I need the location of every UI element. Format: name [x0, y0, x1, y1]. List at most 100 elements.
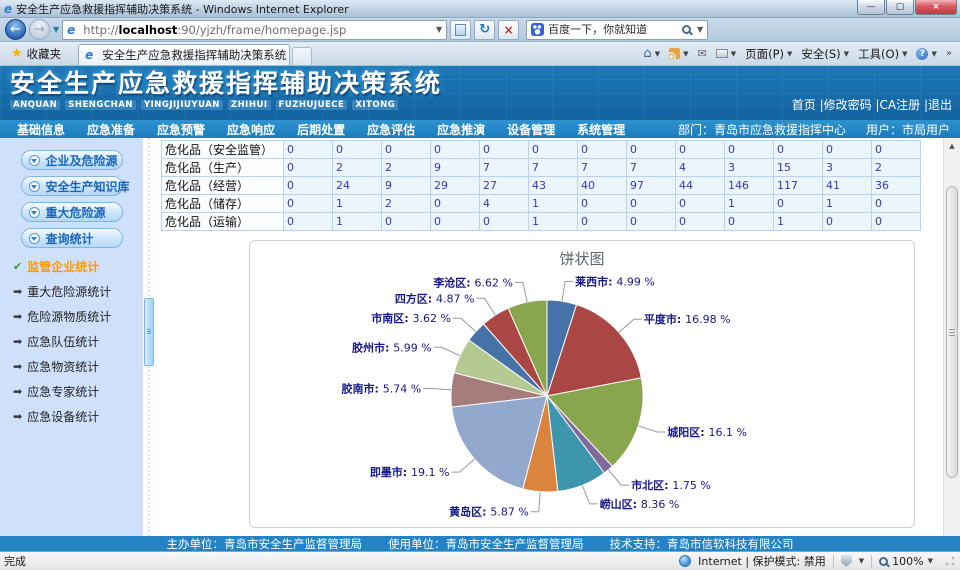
pinyin-word: YINGJIJIUYUAN	[141, 100, 223, 110]
compatibility-view-button[interactable]	[450, 20, 471, 40]
nav-item[interactable]: 应急准备	[76, 121, 146, 138]
nav-item[interactable]: 应急推演	[426, 121, 496, 138]
value-cell: 9	[382, 177, 431, 195]
sidebar-scrollbar[interactable]	[143, 138, 156, 536]
forward-button[interactable]: →	[29, 19, 50, 40]
nav-item[interactable]: 后期处置	[286, 121, 356, 138]
banner-link[interactable]: 修改密码	[824, 98, 872, 112]
sidebar-section-button[interactable]: 重大危险源	[21, 202, 123, 222]
sidebar-item-link[interactable]: ➡应急物资统计	[13, 358, 143, 375]
rss-button[interactable]: ▼	[669, 48, 688, 59]
address-dropdown-icon[interactable]: ▼	[436, 25, 442, 34]
pie-label-connector	[608, 470, 629, 485]
close-button[interactable]: ×	[915, 0, 957, 15]
sidebar-section-label: 企业及危险源	[46, 152, 118, 169]
favorites-button[interactable]: ★ 收藏夹	[4, 44, 68, 64]
more-tools-chevron-icon[interactable]: »	[946, 48, 952, 59]
refresh-button[interactable]: ↻	[474, 20, 495, 40]
maximize-button[interactable]: ▢	[886, 0, 914, 15]
value-cell: 1	[529, 195, 578, 213]
value-cell: 2	[872, 159, 921, 177]
help-button[interactable]: ?▼	[916, 48, 936, 60]
minimize-button[interactable]: —	[857, 0, 885, 15]
sidebar-item-current[interactable]: ✔监管企业统计	[13, 258, 143, 275]
pie-label-connector	[515, 283, 527, 303]
sidebar-item-label: 重大危险源统计	[27, 283, 111, 300]
nav-item[interactable]: 设备管理	[496, 121, 566, 138]
sidebar-item-link[interactable]: ➡危险源物质统计	[13, 308, 143, 325]
sidebar-item-link[interactable]: ➡应急设备统计	[13, 408, 143, 425]
tab-active[interactable]: e 安全生产应急救援指挥辅助决策系统	[78, 44, 290, 65]
command-menu[interactable]: 工具(O)▼	[858, 46, 907, 62]
sidebar-section-button[interactable]: 企业及危险源	[21, 150, 123, 170]
nav-item[interactable]: 系统管理	[566, 121, 636, 138]
tab-title: 安全生产应急救援指挥辅助决策系统	[102, 47, 286, 63]
value-cell: 15	[774, 159, 823, 177]
stop-icon: ×	[504, 23, 514, 37]
search-input[interactable]	[548, 23, 678, 36]
command-menu[interactable]: 安全(S)▼	[801, 46, 849, 62]
search-icon[interactable]	[682, 25, 691, 34]
sidebar-item-label: 应急设备统计	[27, 408, 99, 425]
value-cell: 0	[284, 159, 333, 177]
read-mail-button[interactable]: ✉	[697, 47, 706, 60]
sidebar-item-link[interactable]: ➡应急队伍统计	[13, 333, 143, 350]
new-tab-button[interactable]	[292, 47, 312, 65]
banner-link[interactable]: 首页	[792, 98, 816, 112]
link-separator: |	[920, 98, 928, 112]
nav-item[interactable]: 应急预警	[146, 121, 216, 138]
zoom-control[interactable]: 100% ▼	[879, 555, 933, 568]
nav-item[interactable]: 应急响应	[216, 121, 286, 138]
table-row: 危化品（储存）0120410001010	[162, 195, 921, 213]
department-label: 部门：青岛市应急救援指挥中心	[678, 121, 846, 138]
link-separator: |	[872, 98, 880, 112]
nav-item[interactable]: 基础信息	[6, 121, 76, 138]
home-button[interactable]: ⌂▼	[643, 46, 660, 61]
stop-button[interactable]: ×	[498, 20, 519, 40]
chevron-down-icon: ▼	[902, 50, 907, 58]
value-cell: 146	[725, 177, 774, 195]
search-dropdown-icon[interactable]: ▼	[697, 25, 703, 34]
nav-item[interactable]: 应急评估	[356, 121, 426, 138]
pie-label-connector	[619, 319, 642, 332]
page-scrollbar[interactable]: ▲	[943, 138, 960, 536]
value-cell: 2	[382, 159, 431, 177]
back-button[interactable]: ←	[5, 19, 26, 40]
resize-grip[interactable]	[944, 555, 956, 567]
pinyin-word: ANQUAN	[10, 100, 60, 110]
value-cell: 0	[872, 141, 921, 159]
pie-label-connector	[453, 318, 476, 331]
print-button[interactable]: ▼	[716, 49, 736, 58]
protected-mode-dropdown-icon[interactable]: ▼	[859, 557, 864, 565]
value-cell: 1	[823, 195, 872, 213]
sidebar-section-button[interactable]: 安全生产知识库	[21, 176, 123, 196]
pie-label: 市北区: 1.75 %	[631, 478, 711, 492]
zoom-icon	[879, 557, 888, 566]
address-input[interactable]: e http://localhost:90/yjzh/frame/homepag…	[62, 20, 447, 40]
command-menus: 页面(P)▼ 安全(S)▼ 工具(O)▼	[745, 46, 907, 62]
pinyin-word: FUZHUJUECE	[276, 100, 348, 110]
protected-mode-icon	[841, 555, 852, 567]
banner-link[interactable]: 退出	[928, 98, 952, 112]
value-cell: 0	[627, 213, 676, 231]
history-chevron-icon[interactable]: ▼	[53, 25, 59, 34]
address-bar: ← → ▼ e http://localhost:90/yjzh/frame/h…	[0, 18, 960, 42]
value-cell: 9	[431, 159, 480, 177]
arrow-right-icon: ➡	[13, 385, 22, 398]
page-scrollbar-thumb[interactable]	[946, 186, 958, 478]
zoom-level: 100%	[892, 555, 923, 568]
status-text: 完成	[4, 553, 26, 569]
main-area: 企业及危险源安全生产知识库重大危险源查询统计 ✔监管企业统计➡重大危险源统计➡危…	[0, 138, 960, 536]
banner-link[interactable]: CA注册	[880, 98, 921, 112]
command-menu[interactable]: 页面(P)▼	[745, 46, 792, 62]
sidebar-item-link[interactable]: ➡重大危险源统计	[13, 283, 143, 300]
sidebar-item-link[interactable]: ➡应急专家统计	[13, 383, 143, 400]
sidebar-item-label: 危险源物质统计	[27, 308, 111, 325]
value-cell: 0	[627, 195, 676, 213]
pie-label-connector	[531, 492, 540, 512]
scroll-up-icon[interactable]: ▲	[944, 142, 960, 150]
value-cell: 7	[529, 159, 578, 177]
pie-label: 城阳区: 16.1 %	[667, 425, 747, 439]
sidebar-section-button[interactable]: 查询统计	[21, 228, 123, 248]
sidebar-scrollbar-thumb[interactable]	[144, 298, 154, 366]
